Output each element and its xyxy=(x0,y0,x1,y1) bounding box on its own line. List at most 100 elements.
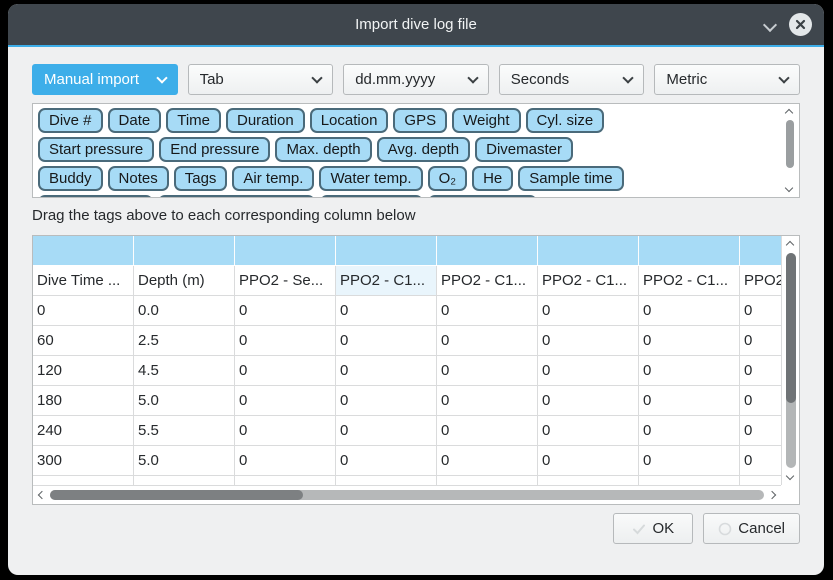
scroll-down-icon[interactable] xyxy=(785,184,793,192)
tag-buddy[interactable]: Buddy xyxy=(38,166,103,191)
tag-he[interactable]: He xyxy=(472,166,513,191)
table-vertical-scrollbar[interactable] xyxy=(781,236,799,485)
tag-duration[interactable]: Duration xyxy=(226,108,305,133)
tag-location[interactable]: Location xyxy=(310,108,389,133)
shade-window-icon[interactable] xyxy=(763,17,777,31)
table-row: 2405.5000000 xyxy=(33,416,781,446)
tag-notes[interactable]: Notes xyxy=(108,166,169,191)
drop-target-cell[interactable] xyxy=(235,236,336,265)
table-cell: 0 xyxy=(336,416,437,446)
table-cell: 60 xyxy=(33,326,134,356)
combo-field-separator[interactable]: Tab xyxy=(188,64,334,95)
table-horizontal-scrollbar[interactable] xyxy=(33,485,781,504)
instruction-label: Drag the tags above to each correspondin… xyxy=(32,207,800,224)
table-cell: 0 xyxy=(235,446,336,476)
table-cell: 240 xyxy=(33,416,134,446)
column-header[interactable]: PPO2 xyxy=(740,266,781,296)
table-cell: 0 xyxy=(336,296,437,326)
table-cell: 0 xyxy=(437,446,538,476)
table-cell xyxy=(639,476,740,485)
tag-sample-po[interactable]: Sample pO₂ xyxy=(320,195,423,197)
table-cell: 0 xyxy=(740,416,781,446)
table-cell: 0 xyxy=(235,416,336,446)
tag-start-pressure[interactable]: Start pressure xyxy=(38,137,154,162)
drop-target-cell[interactable] xyxy=(639,236,740,265)
table-cell: 0 xyxy=(235,326,336,356)
combo-value: Tab xyxy=(200,71,314,88)
vertical-scrollbar-thumb[interactable] xyxy=(786,253,796,403)
column-header[interactable]: PPO2 - C1... xyxy=(639,266,740,296)
horizontal-scrollbar-thumb[interactable] xyxy=(50,490,303,500)
tag-avg-depth[interactable]: Avg. depth xyxy=(377,137,470,162)
drop-target-cell[interactable] xyxy=(33,236,134,265)
combo-import-mode[interactable]: Manual import xyxy=(32,64,178,95)
scroll-left-icon[interactable] xyxy=(38,491,46,499)
tag-sample-time[interactable]: Sample time xyxy=(518,166,623,191)
column-header[interactable]: PPO2 - C1... xyxy=(437,266,538,296)
tag-sample-cns[interactable]: Sample CNS xyxy=(428,195,537,197)
column-header[interactable]: Depth (m) xyxy=(134,266,235,296)
tags-scrollbar[interactable] xyxy=(783,106,797,195)
table-cell: 0 xyxy=(740,356,781,386)
table-cell xyxy=(33,476,134,485)
scroll-down-icon[interactable] xyxy=(786,472,794,480)
table-cell: 0 xyxy=(740,296,781,326)
tag-tags[interactable]: Tags xyxy=(174,166,228,191)
tags-scrollbar-thumb[interactable] xyxy=(786,120,794,168)
table-cell: 120 xyxy=(33,356,134,386)
column-header[interactable]: Dive Time ... xyxy=(33,266,134,296)
tag-divemaster[interactable]: Divemaster xyxy=(475,137,573,162)
tag-date[interactable]: Date xyxy=(108,108,162,133)
tag-row: Start pressureEnd pressureMax. depthAvg.… xyxy=(38,137,799,162)
table-cell xyxy=(134,476,235,485)
drop-target-cell[interactable] xyxy=(740,236,781,265)
close-button[interactable] xyxy=(789,13,812,36)
tag-water-temp[interactable]: Water temp. xyxy=(319,166,422,191)
combo-value: dd.mm.yyyy xyxy=(355,71,469,88)
import-dialog-window: Import dive log file Manual import Tab dd.… xyxy=(8,4,824,575)
table-cell: 0 xyxy=(336,356,437,386)
table-cell xyxy=(437,476,538,485)
scroll-up-icon[interactable] xyxy=(785,109,793,117)
table-content: Dive Time ...Depth (m)PPO2 - Se...PPO2 -… xyxy=(33,236,781,485)
combo-date-format[interactable]: dd.mm.yyyy xyxy=(343,64,489,95)
scroll-up-icon[interactable] xyxy=(786,241,794,249)
tag-o[interactable]: O₂ xyxy=(428,166,468,191)
tag-air-temp[interactable]: Air temp. xyxy=(232,166,314,191)
tag-cyl-size[interactable]: Cyl. size xyxy=(526,108,605,133)
table-cell: 0 xyxy=(639,386,740,416)
dialog-content: Manual importTabdd.mm.yyyySecondsMetric … xyxy=(8,47,824,544)
table-cell: 0 xyxy=(538,446,639,476)
table-cell: 0 xyxy=(740,446,781,476)
table-row-partial xyxy=(33,476,781,485)
combo-units[interactable]: Metric xyxy=(654,64,800,95)
drop-target-cell[interactable] xyxy=(134,236,235,265)
tag-time[interactable]: Time xyxy=(166,108,221,133)
titlebar[interactable]: Import dive log file xyxy=(8,4,824,45)
scroll-right-icon[interactable] xyxy=(768,491,776,499)
tag-sample-depth[interactable]: Sample depth xyxy=(38,195,153,197)
table-cell: 0 xyxy=(538,296,639,326)
drop-target-cell[interactable] xyxy=(437,236,538,265)
tag-max-depth[interactable]: Max. depth xyxy=(275,137,371,162)
tag-gps[interactable]: GPS xyxy=(393,108,447,133)
ok-button[interactable]: OK xyxy=(613,513,693,544)
combo-time-format[interactable]: Seconds xyxy=(499,64,645,95)
combo-value: Metric xyxy=(666,71,780,88)
tag-end-pressure[interactable]: End pressure xyxy=(159,137,270,162)
cancel-button[interactable]: Cancel xyxy=(703,513,800,544)
drop-target-cell[interactable] xyxy=(538,236,639,265)
table-row: 3005.0000000 xyxy=(33,446,781,476)
column-header[interactable]: PPO2 - C1... xyxy=(336,266,437,296)
titlebar-controls xyxy=(765,4,812,45)
cancel-icon xyxy=(718,522,732,536)
drop-target-cell[interactable] xyxy=(336,236,437,265)
tag-dive[interactable]: Dive # xyxy=(38,108,103,133)
table-cell: 0 xyxy=(437,416,538,446)
tag-sample-temperature[interactable]: Sample temperature xyxy=(158,195,316,197)
column-header[interactable]: PPO2 - C1... xyxy=(538,266,639,296)
tags-box: Dive #DateTimeDurationLocationGPSWeightC… xyxy=(32,103,800,198)
tag-weight[interactable]: Weight xyxy=(452,108,520,133)
table-row: 1805.0000000 xyxy=(33,386,781,416)
column-header[interactable]: PPO2 - Se... xyxy=(235,266,336,296)
